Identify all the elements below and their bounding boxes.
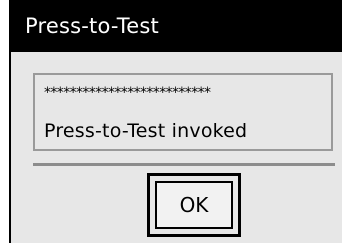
divider (33, 163, 335, 166)
message-text: Press-to-Test invoked (44, 120, 248, 142)
message-mask: ************************** (44, 85, 211, 101)
ok-button[interactable]: OK (147, 173, 241, 237)
dialog-title: Press-to-Test (25, 14, 159, 38)
message-box: ************************** Press-to-Test… (33, 73, 333, 151)
ok-button-label: OK (155, 181, 233, 229)
title-bar: Press-to-Test (11, 0, 342, 52)
press-to-test-dialog: Press-to-Test **************************… (9, 0, 342, 243)
